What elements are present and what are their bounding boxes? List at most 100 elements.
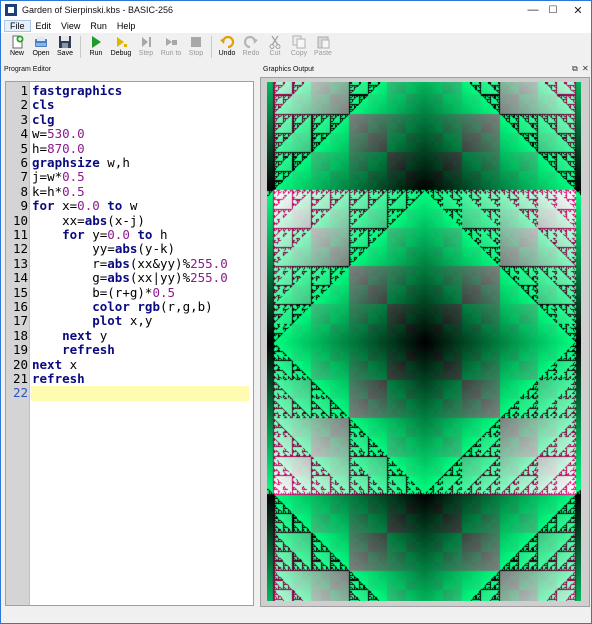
identifier-token: yy xyxy=(92,241,108,257)
identifier-token: xx xyxy=(137,255,153,271)
operator-token: & xyxy=(152,255,160,271)
keyword-token: cls xyxy=(32,97,55,113)
code-line: color rgb(r,g,b) xyxy=(32,299,213,314)
operator-token xyxy=(32,256,92,271)
identifier-token: h xyxy=(32,140,40,156)
toolbar-separator xyxy=(80,36,81,58)
run-button[interactable]: Run xyxy=(84,33,108,62)
menu-file[interactable]: File xyxy=(4,20,31,32)
identifier-token: w xyxy=(32,126,40,142)
menu-bar: File Edit View Run Help xyxy=(1,19,591,33)
operator-token xyxy=(32,299,92,314)
keyword-token: rgb xyxy=(137,299,160,314)
identifier-token: g xyxy=(92,270,100,286)
operator-token xyxy=(122,313,130,328)
operator-token: + xyxy=(122,284,130,300)
cut-button[interactable]: Cut xyxy=(263,33,287,62)
operator-token: = xyxy=(107,241,115,257)
code-area[interactable]: fastgraphics cls clg w=530.0 h=870.0 graphsiz… xyxy=(31,82,253,605)
line-number: 1 xyxy=(20,83,28,98)
menu-run[interactable]: Run xyxy=(85,21,112,31)
keyword-token: to xyxy=(137,227,153,242)
save-label: Save xyxy=(57,50,73,57)
line-number-gutter: 1 2 3 4 5 6 7 8 9 10 11 12 13 14 15 16 17 18 19 20 21 22 xyxy=(6,82,30,605)
open-label: Open xyxy=(32,50,50,57)
operator-token: ) xyxy=(167,241,176,257)
copy-button[interactable]: Copy xyxy=(287,33,311,62)
operator-token xyxy=(55,198,63,213)
identifier-token: r xyxy=(167,299,176,314)
float-panel-icon[interactable]: ⧉ xyxy=(572,64,578,74)
code-line: j=w*0.5 xyxy=(32,170,85,184)
run-icon xyxy=(92,36,101,48)
line-number: 18 xyxy=(12,327,28,343)
operator-token: , xyxy=(190,299,198,314)
close-button[interactable]: ✕ xyxy=(565,1,591,19)
keyword-token: refresh xyxy=(32,371,85,386)
run-to-button[interactable]: Run to xyxy=(158,33,184,62)
line-number: 7 xyxy=(20,169,28,185)
new-file-icon xyxy=(12,35,24,49)
window-title: Garden of Sierpinski.kbs - BASIC-256 xyxy=(22,5,174,15)
code-line: next x xyxy=(32,356,77,372)
identifier-token: j xyxy=(32,169,40,185)
app-window: Garden of Sierpinski.kbs - BASIC-256 — ☐… xyxy=(0,0,592,624)
save-button[interactable]: Save xyxy=(53,33,77,62)
operator-token: * xyxy=(54,183,63,199)
paste-icon xyxy=(317,36,330,49)
number-token: 0.0 xyxy=(107,227,130,242)
open-icon xyxy=(35,37,47,47)
operator-token: ) xyxy=(137,212,145,228)
keyword-token: abs xyxy=(107,270,130,286)
identifier-token: b xyxy=(92,284,100,300)
identifier-token: w xyxy=(129,198,138,214)
stop-button[interactable]: Stop xyxy=(184,33,208,62)
open-button[interactable]: Open xyxy=(29,33,53,62)
number-token: 255.0 xyxy=(190,255,228,271)
menu-view[interactable]: View xyxy=(56,21,85,31)
title-bar: Garden of Sierpinski.kbs - BASIC-256 — ☐… xyxy=(1,1,591,19)
toolbar: New Open Save Run Debug Step Run to Stop… xyxy=(1,33,591,62)
code-line: for x=0.0 to w xyxy=(32,198,138,214)
code-line: xx=abs(x-j) xyxy=(32,212,145,228)
maximize-button[interactable]: ☐ xyxy=(540,1,566,19)
identifier-token: x xyxy=(62,198,70,214)
debug-button[interactable]: Debug xyxy=(108,33,134,62)
code-line: g=abs(xx|yy)%255.0 xyxy=(32,270,228,286)
line-number: 17 xyxy=(12,313,28,329)
app-icon xyxy=(5,4,17,16)
code-line: refresh xyxy=(32,371,85,386)
step-button[interactable]: Step xyxy=(134,33,158,62)
line-number: 9 xyxy=(20,198,28,214)
menu-edit[interactable]: Edit xyxy=(31,21,57,31)
code-line: k=h*0.5 xyxy=(32,183,85,199)
keyword-token: for xyxy=(62,227,85,242)
paste-button[interactable]: Paste xyxy=(311,33,335,62)
identifier-token: k xyxy=(32,183,40,199)
identifier-token: h xyxy=(159,227,168,242)
operator-token: = xyxy=(39,140,48,156)
number-token: 0.5 xyxy=(152,284,176,300)
new-button[interactable]: New xyxy=(5,33,29,62)
code-line: b=(r+g)*0.5 xyxy=(32,284,176,300)
undo-button[interactable]: Undo xyxy=(215,33,239,62)
identifier-token: h xyxy=(122,155,130,170)
operator-token xyxy=(32,328,62,343)
code-line: refresh xyxy=(32,342,115,357)
identifier-token: yy xyxy=(159,255,176,271)
operator-token xyxy=(62,357,70,372)
redo-button[interactable]: Redo xyxy=(239,33,263,62)
operator-token: ) xyxy=(205,299,213,314)
keyword-token: graphsize xyxy=(32,155,100,170)
number-token: 0.5 xyxy=(62,183,85,199)
program-editor[interactable]: 1 2 3 4 5 6 7 8 9 10 11 12 13 14 15 16 17 18 19 20 21 22 fast… xyxy=(5,81,254,606)
close-panel-icon[interactable]: ✕ xyxy=(582,64,589,73)
number-token: 870.0 xyxy=(47,140,85,156)
keyword-token: next xyxy=(32,356,63,372)
keyword-token: abs xyxy=(107,255,130,271)
keyword-token: to xyxy=(107,198,123,214)
code-line: clg xyxy=(32,112,55,127)
operator-token: | xyxy=(152,270,160,286)
identifier-token: h xyxy=(47,183,55,199)
menu-help[interactable]: Help xyxy=(112,21,141,31)
